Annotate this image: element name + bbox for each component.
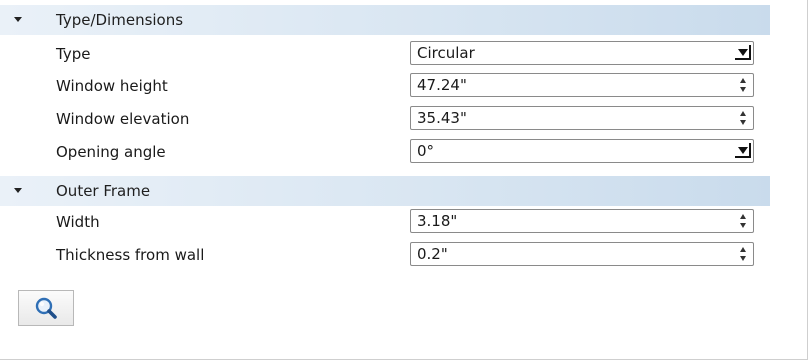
width-spinner[interactable]: 3.18": [410, 209, 754, 233]
dropdown-arrow-icon[interactable]: [735, 143, 751, 159]
properties-panel: Type/Dimensions Type Circular Window hei…: [0, 0, 808, 360]
spin-up-icon[interactable]: [740, 247, 746, 252]
row-window-height: Window height 47.24": [0, 70, 770, 102]
section-title: Type/Dimensions: [56, 11, 184, 29]
opening-angle-value: 0°: [417, 142, 435, 160]
width-value[interactable]: 3.18": [417, 211, 457, 231]
label-type: Type: [56, 45, 91, 63]
row-opening-angle: Opening angle 0°: [0, 136, 770, 168]
collapse-arrow-icon[interactable]: [14, 17, 22, 22]
thickness-from-wall-spinner[interactable]: 0.2": [410, 242, 754, 266]
row-type: Type Circular: [0, 38, 770, 70]
thickness-from-wall-value[interactable]: 0.2": [417, 244, 448, 264]
section-title: Outer Frame: [56, 182, 151, 200]
window-height-value[interactable]: 47.24": [417, 75, 467, 95]
section-header-type-dimensions[interactable]: Type/Dimensions: [0, 5, 770, 35]
spinner-arrows-icon[interactable]: [739, 214, 747, 230]
opening-angle-dropdown[interactable]: 0°: [410, 139, 754, 163]
spin-up-icon[interactable]: [740, 78, 746, 83]
spin-up-icon[interactable]: [740, 214, 746, 219]
label-width: Width: [56, 213, 100, 231]
row-window-elevation: Window elevation 35.43": [0, 103, 770, 135]
collapse-arrow-icon[interactable]: [14, 188, 22, 193]
type-dropdown[interactable]: Circular: [410, 41, 754, 65]
spin-down-icon[interactable]: [740, 87, 746, 92]
spin-down-icon[interactable]: [740, 120, 746, 125]
window-height-spinner[interactable]: 47.24": [410, 73, 754, 97]
row-thickness-from-wall: Thickness from wall 0.2": [0, 239, 770, 271]
section-header-outer-frame[interactable]: Outer Frame: [0, 176, 770, 206]
label-window-height: Window height: [56, 77, 168, 95]
dropdown-arrow-icon[interactable]: [735, 45, 751, 61]
spinner-arrows-icon[interactable]: [739, 111, 747, 127]
search-button[interactable]: [18, 290, 74, 326]
type-value: Circular: [417, 44, 475, 62]
label-opening-angle: Opening angle: [56, 143, 166, 161]
window-elevation-spinner[interactable]: 35.43": [410, 106, 754, 130]
window-elevation-value[interactable]: 35.43": [417, 108, 467, 128]
spinner-arrows-icon[interactable]: [739, 78, 747, 94]
spin-down-icon[interactable]: [740, 223, 746, 228]
magnifier-icon: [35, 297, 57, 319]
spin-up-icon[interactable]: [740, 111, 746, 116]
label-thickness-from-wall: Thickness from wall: [56, 246, 205, 264]
row-width: Width 3.18": [0, 206, 770, 238]
spin-down-icon[interactable]: [740, 256, 746, 261]
label-window-elevation: Window elevation: [56, 110, 190, 128]
spinner-arrows-icon[interactable]: [739, 247, 747, 263]
